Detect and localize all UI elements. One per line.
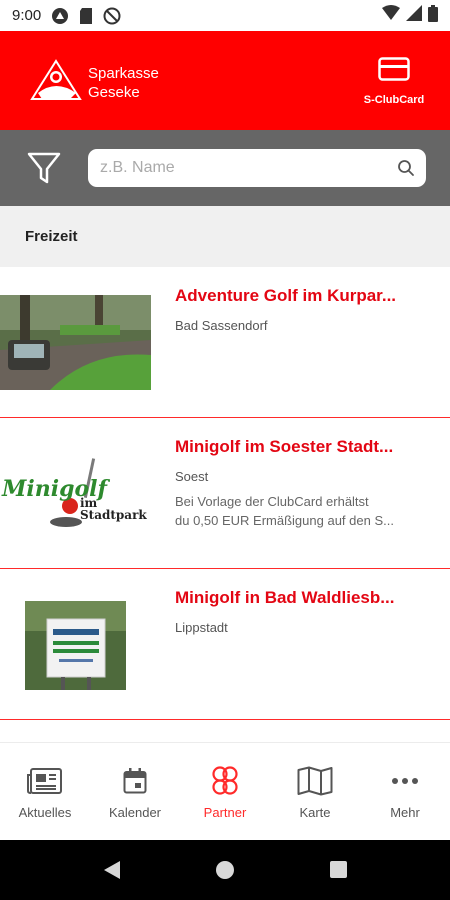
brand-name: Sparkasse Geseke <box>88 64 159 102</box>
search-bar <box>0 130 450 206</box>
list-item[interactable]: Adventure Golf im Kurpar... Bad Sassendo… <box>0 267 450 418</box>
home-icon[interactable] <box>216 861 234 879</box>
nav-item-karte[interactable]: Karte <box>270 743 360 840</box>
dnd-icon <box>103 7 121 25</box>
logo-text-stadtpark: Stadtpark <box>80 508 147 522</box>
nav-label: Mehr <box>390 805 420 820</box>
sparkasse-logo <box>30 59 82 103</box>
signal-icon <box>406 5 422 26</box>
app-notification-icon <box>51 7 69 25</box>
app-header: Sparkasse Geseke S-ClubCard <box>0 31 450 130</box>
item-title: Minigolf in Bad Waldliesb... <box>175 588 395 607</box>
nav-label: Partner <box>203 805 247 820</box>
list-item[interactable]: Minigolf in Bad Waldliesb... Lippstadt <box>0 569 450 720</box>
brand-line2: Geseke <box>88 84 140 101</box>
newspaper-icon <box>0 765 90 797</box>
nav-item-kalender[interactable]: Kalender <box>90 743 180 840</box>
item-description: Bei Vorlage der ClubCard erhältst du 0,5… <box>175 492 423 530</box>
nav-label: Aktuelles <box>18 805 72 820</box>
map-icon <box>270 765 360 797</box>
item-title: Minigolf im Soester Stadt... <box>175 437 394 456</box>
back-icon[interactable] <box>103 860 121 885</box>
search-input[interactable] <box>88 149 378 187</box>
credit-card-icon <box>362 57 426 86</box>
section-title: Freizeit <box>25 228 78 245</box>
wifi-icon <box>382 5 400 26</box>
section-header: Freizeit <box>0 206 450 267</box>
status-bar: 9:00 <box>0 0 450 31</box>
search-icon[interactable] <box>397 159 415 182</box>
calendar-icon <box>90 765 180 797</box>
brand-line1: Sparkasse <box>88 65 159 82</box>
more-icon <box>360 765 450 797</box>
partner-icon <box>180 765 270 797</box>
system-navigation-bar <box>0 840 450 900</box>
partner-list: Adventure Golf im Kurpar... Bad Sassendo… <box>0 267 450 720</box>
nav-item-partner[interactable]: Partner <box>180 743 270 840</box>
item-location: Soest <box>175 469 209 484</box>
sd-card-icon <box>77 7 95 25</box>
filter-icon <box>26 152 62 190</box>
search-field[interactable] <box>88 149 426 187</box>
filter-button[interactable] <box>26 150 62 186</box>
item-description-line2: du 0,50 EUR Ermäßigung auf den S... <box>175 513 394 528</box>
partner-image <box>25 601 126 690</box>
clubcard-button[interactable]: S-ClubCard <box>362 57 426 106</box>
recent-apps-icon[interactable] <box>330 861 347 878</box>
status-time: 9:00 <box>12 7 42 24</box>
item-description-line1: Bei Vorlage der ClubCard erhältst <box>175 494 369 509</box>
item-location: Lippstadt <box>175 620 228 635</box>
bottom-navigation: Aktuelles Kalender Partner Karte Mehr <box>0 742 450 840</box>
item-title: Adventure Golf im Kurpar... <box>175 286 397 305</box>
item-location: Bad Sassendorf <box>175 318 268 333</box>
nav-label: Kalender <box>108 805 162 820</box>
nav-item-aktuelles[interactable]: Aktuelles <box>0 743 90 840</box>
partner-logo: Minigolf im Stadtpark <box>0 456 152 536</box>
partner-image <box>0 295 151 390</box>
nav-item-mehr[interactable]: Mehr <box>360 743 450 840</box>
list-item[interactable]: Minigolf im Stadtpark Minigolf im Soeste… <box>0 418 450 569</box>
battery-icon <box>428 4 438 27</box>
nav-label: Karte <box>299 805 331 820</box>
clubcard-label: S-ClubCard <box>363 94 425 106</box>
